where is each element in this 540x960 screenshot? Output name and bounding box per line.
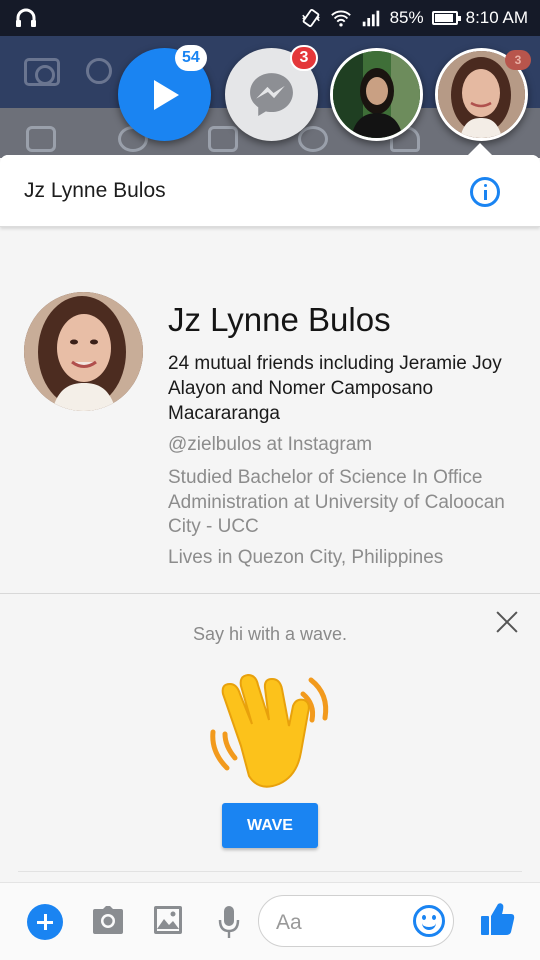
wave-button[interactable]: WAVE <box>222 803 318 848</box>
close-icon[interactable] <box>495 610 519 634</box>
emoji-icon[interactable] <box>413 905 445 937</box>
waving-hand-icon <box>210 673 329 788</box>
section-divider <box>0 593 540 594</box>
card-divider <box>18 871 522 872</box>
microphone-icon[interactable] <box>218 905 240 939</box>
conversation-header: Jz Lynne Bulos <box>0 155 540 227</box>
contact-chat-head-1[interactable] <box>330 48 423 141</box>
conversation-title: Jz Lynne Bulos <box>24 179 166 202</box>
background-market-icon <box>208 126 238 152</box>
messenger-icon <box>250 73 293 116</box>
vibrate-icon <box>301 8 320 28</box>
wifi-icon <box>330 10 351 27</box>
play-icon <box>154 80 179 110</box>
conversation-panel: Jz Lynne Bulos Jz Lynne Bulos 24 mutual … <box>0 155 540 960</box>
instagram-handle: @zielbulos at Instagram <box>168 434 373 455</box>
location-info: Lives in Quezon City, Philippines <box>168 547 444 568</box>
battery-percent: 85% <box>389 8 424 27</box>
profile-name: Jz Lynne Bulos <box>168 301 391 338</box>
headphones-icon <box>16 8 36 27</box>
profile-photo <box>24 292 143 411</box>
status-bar: 85% 8:10 AM <box>0 0 540 36</box>
faint-badge: 3 <box>505 50 531 70</box>
battery-icon <box>431 11 461 25</box>
background-news-icon <box>26 126 56 152</box>
add-icon[interactable] <box>27 904 63 940</box>
education-info: Studied Bachelor of Science In Office Ad… <box>168 467 505 537</box>
message-composer: Aa <box>0 882 540 960</box>
message-placeholder: Aa <box>276 911 302 934</box>
messenger-badge: 3 <box>290 45 318 71</box>
mutual-friends: 24 mutual friends including Jeramie Joy … <box>168 353 502 424</box>
background-search-icon <box>86 58 112 84</box>
background-camera-icon <box>24 58 60 86</box>
gallery-icon[interactable] <box>153 905 183 935</box>
camera-icon[interactable] <box>92 905 124 935</box>
contact-photo-1 <box>333 51 420 138</box>
clock: 8:10 AM <box>465 8 528 27</box>
profile-avatar[interactable] <box>24 292 143 411</box>
info-icon[interactable] <box>470 177 500 207</box>
signal-icon <box>362 10 379 27</box>
like-icon[interactable] <box>480 901 516 937</box>
wave-prompt: Say hi with a wave. <box>192 624 348 644</box>
video-badge: 54 <box>175 45 207 71</box>
background-profile-icon <box>298 126 328 152</box>
